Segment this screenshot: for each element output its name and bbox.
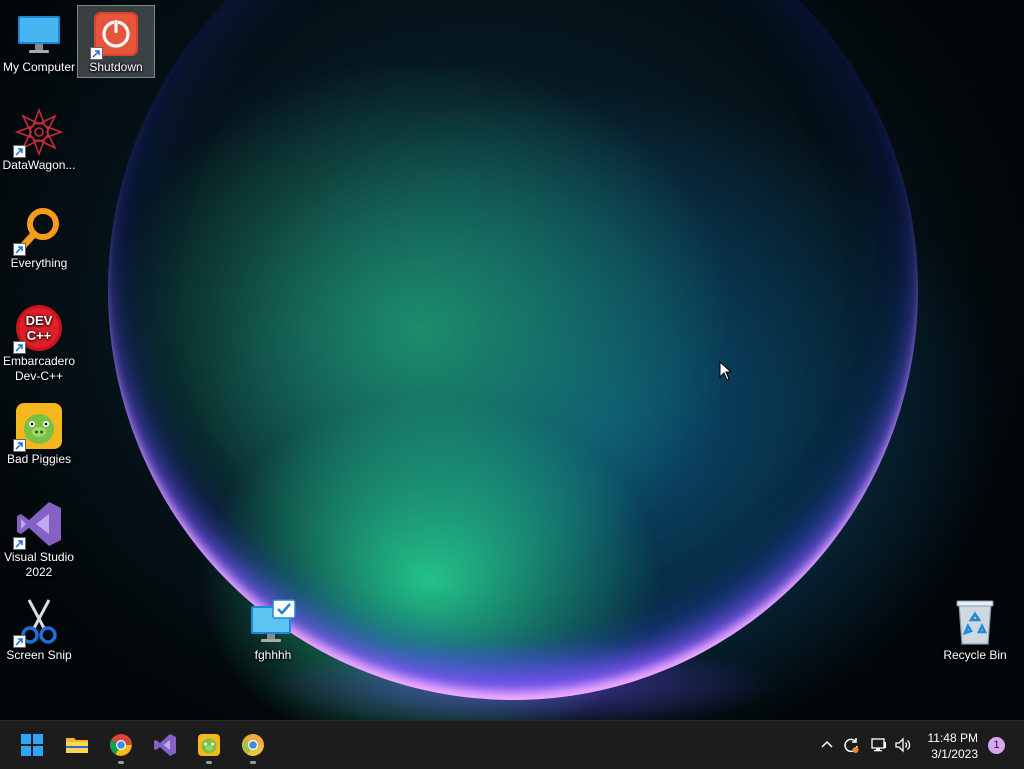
desktop-icon-shutdown[interactable]: Shutdown	[77, 5, 155, 78]
monitor-check-icon	[249, 598, 297, 646]
datawagon-icon	[13, 108, 63, 158]
notification-badge[interactable]: 1	[988, 737, 1005, 754]
desktop-icon-label: Shutdown	[89, 60, 143, 74]
desktop-icon-visual-studio[interactable]: Visual Studio 2022	[0, 496, 78, 582]
shortcut-arrow-icon	[13, 537, 26, 550]
taskbar-chrome[interactable]	[103, 727, 139, 764]
visual-studio-icon	[154, 734, 176, 756]
desktop-icon-everything[interactable]: Everything	[0, 202, 78, 273]
desktop-icon-label: DataWagon...	[2, 158, 76, 172]
desktop-icon-label: Recycle Bin	[943, 648, 1007, 662]
shortcut-arrow-icon	[90, 47, 103, 60]
recycle-bin-icon	[951, 598, 999, 646]
devcpp-icon: DEV C++	[13, 304, 63, 354]
desktop-background[interactable]: My Computer Shutdown DataWagon... Everyt…	[0, 0, 1024, 720]
shortcut-arrow-icon	[13, 635, 26, 648]
taskbar-visual-studio[interactable]	[147, 727, 183, 763]
magnifier-icon	[13, 206, 63, 256]
shortcut-arrow-icon	[13, 439, 26, 452]
bad-piggies-icon	[13, 402, 63, 452]
desktop-icon-datawagon[interactable]: DataWagon...	[0, 104, 78, 175]
desktop-icon-bad-piggies[interactable]: Bad Piggies	[0, 398, 78, 469]
desktop-icon-my-computer[interactable]: My Computer	[0, 6, 78, 77]
wallpaper-glow	[260, 640, 780, 720]
show-hidden-icons-chevron[interactable]	[817, 735, 837, 755]
power-icon	[90, 10, 140, 60]
mouse-pointer-icon	[719, 361, 733, 381]
start-icon	[21, 734, 43, 756]
visual-studio-icon	[13, 500, 63, 550]
svg-text:C++: C++	[27, 328, 52, 343]
chrome-canary-icon	[242, 734, 264, 756]
clock-time: 11:48 PM	[927, 731, 978, 745]
desktop-icon-label: Screen Snip	[6, 648, 72, 662]
desktop-icon-label: Visual Studio 2022	[4, 550, 74, 579]
bad-piggies-icon	[198, 734, 220, 756]
clock-date: 3/1/2023	[931, 747, 978, 761]
taskbar: 11:48 PM 3/1/2023 1	[0, 720, 1024, 769]
scissors-icon	[13, 598, 63, 648]
monitor-icon	[15, 10, 63, 58]
shortcut-arrow-icon	[13, 341, 26, 354]
shortcut-arrow-icon	[13, 145, 26, 158]
running-indicator	[250, 761, 256, 764]
desktop-icon-fghhhh[interactable]: fghhhh	[234, 594, 312, 665]
taskbar-chrome-canary[interactable]	[235, 727, 271, 764]
network-icon[interactable]	[869, 735, 889, 755]
taskbar-bad-piggies[interactable]	[191, 727, 227, 764]
svg-text:DEV: DEV	[26, 313, 53, 328]
wallpaper-bloom-ring	[108, 0, 918, 700]
taskbar-file-explorer[interactable]	[59, 727, 95, 763]
running-indicator	[206, 761, 212, 764]
desktop-icon-devcpp[interactable]: DEV C++ Embarcadero Dev-C++	[0, 300, 78, 386]
desktop-icon-label: Embarcadero Dev-C++	[2, 354, 76, 383]
desktop-icon-label: Everything	[10, 256, 68, 270]
desktop-icon-label: fghhhh	[254, 648, 292, 662]
sync-icon[interactable]	[841, 735, 861, 755]
desktop-icon-screen-snip[interactable]: Screen Snip	[0, 594, 78, 665]
desktop-icon-recycle-bin[interactable]: Recycle Bin	[936, 594, 1014, 665]
desktop-icon-label: Bad Piggies	[6, 452, 72, 466]
start-button[interactable]	[14, 727, 50, 763]
running-indicator	[118, 761, 124, 764]
file-explorer-icon	[66, 738, 88, 753]
chrome-icon	[110, 734, 132, 756]
volume-icon[interactable]	[893, 735, 913, 755]
system-clock[interactable]: 11:48 PM 3/1/2023	[928, 730, 978, 762]
shortcut-arrow-icon	[13, 243, 26, 256]
desktop-icon-label: My Computer	[2, 60, 76, 74]
